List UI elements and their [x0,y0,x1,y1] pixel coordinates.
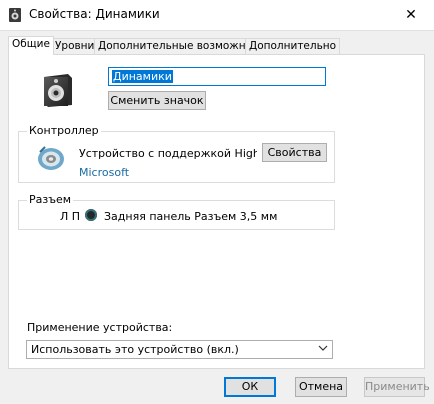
chevron-down-icon [318,345,328,351]
controller-properties-button[interactable]: Свойства [262,143,327,162]
device-usage-value: Использовать это устройство (вкл.) [31,343,239,356]
cancel-button[interactable]: Отмена [295,377,347,397]
controller-name: Устройство с поддержкой High Definition … [79,147,257,160]
tab-advanced[interactable]: Дополнительно [245,38,341,54]
device-usage-select[interactable]: Использовать это устройство (вкл.) [26,340,333,359]
device-name-value: Динамики [112,70,173,83]
close-icon: ✕ [405,7,417,23]
jack-channels: Л П [60,210,81,223]
tab-general[interactable]: Общие [8,36,54,55]
jack-description: Задняя панель Разъем 3,5 мм [104,210,278,223]
speaker-icon [44,74,72,107]
tab-levels[interactable]: Уровни [51,38,99,54]
sound-controller-icon [38,146,64,170]
change-icon-button[interactable]: Сменить значок [108,91,206,110]
ok-button[interactable]: ОК [224,377,276,397]
window-title: Свойства: Динамики [29,7,160,21]
device-usage-label: Применение устройства: [27,321,173,334]
controller-vendor: Microsoft [79,166,130,179]
jack-group-label: Разъем [27,193,74,206]
properties-dialog: Свойства: Динамики ✕ Общие Уровни Дополн… [0,0,434,404]
close-button[interactable]: ✕ [388,0,434,30]
title-bar: Свойства: Динамики ✕ [0,0,434,31]
jack-color-indicator [85,209,97,221]
speaker-app-icon [9,8,21,22]
device-name-input[interactable]: Динамики [108,67,326,86]
apply-button[interactable]: Применить [364,377,430,397]
controller-group-label: Контроллер [27,124,101,137]
